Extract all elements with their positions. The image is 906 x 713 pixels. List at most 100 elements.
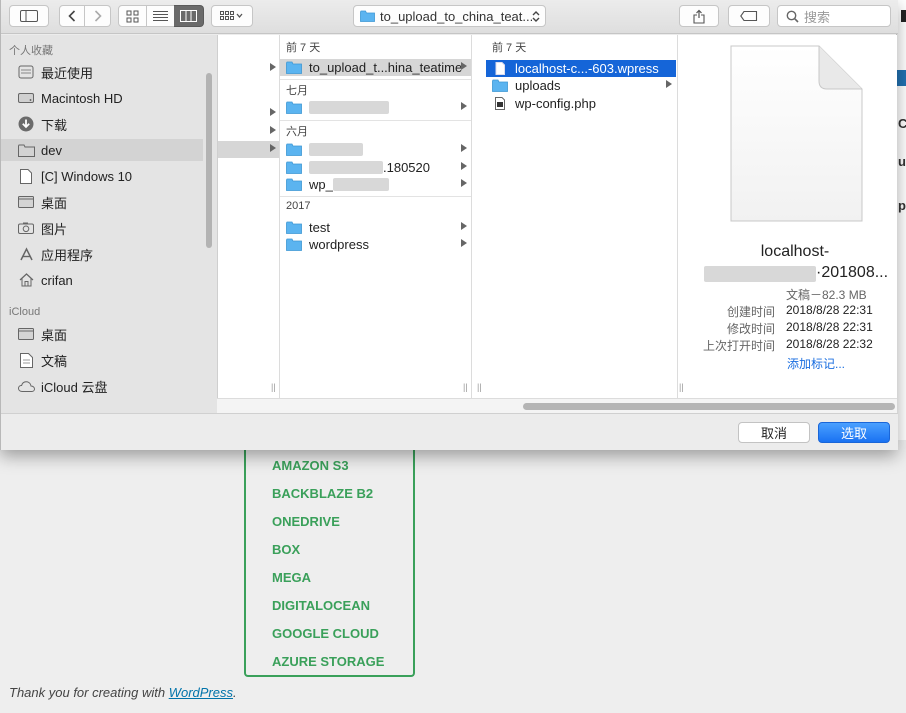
choose-button[interactable]: 选取 bbox=[818, 422, 890, 443]
dialog-toolbar: to_upload_to_china_teat... 搜索 bbox=[1, 0, 898, 34]
sidebar-item-home[interactable]: crifan bbox=[1, 269, 203, 291]
disclosure-arrow-icon bbox=[461, 222, 467, 230]
service-onedrive[interactable]: ONEDRIVE bbox=[246, 510, 413, 538]
up-down-chevron-icon bbox=[532, 10, 540, 22]
share-icon bbox=[693, 9, 705, 24]
preview-pane: localhost- ·201808... 文稿－82.3 MB 创建时间 20… bbox=[692, 35, 898, 398]
folder-row-180520[interactable]: .180520 bbox=[280, 159, 471, 176]
sidebar-item-desktop[interactable]: 桌面 bbox=[1, 191, 203, 213]
folder-row-test[interactable]: test bbox=[280, 219, 471, 236]
dialog-sidebar: 个人收藏 最近使用 Macintosh HD 下载 dev [C] Window… bbox=[1, 35, 217, 413]
sidebar-toggle-button[interactable] bbox=[9, 5, 49, 27]
column1-row[interactable] bbox=[218, 123, 279, 140]
sidebar-item-icloud-drive[interactable]: iCloud 云盘 bbox=[1, 375, 203, 397]
sidebar-item-pictures[interactable]: 图片 bbox=[1, 217, 203, 239]
document-preview-icon bbox=[730, 45, 863, 222]
search-placeholder: 搜索 bbox=[804, 9, 831, 25]
forward-button[interactable] bbox=[85, 5, 111, 27]
folder-icon bbox=[286, 101, 302, 114]
disclosure-arrow-icon bbox=[270, 63, 276, 71]
cancel-button[interactable]: 取消 bbox=[738, 422, 810, 443]
horizontal-scrollbar-thumb[interactable] bbox=[523, 403, 895, 410]
list-view-button[interactable] bbox=[147, 5, 175, 27]
folder-icon bbox=[360, 10, 375, 22]
search-field[interactable]: 搜索 bbox=[777, 5, 891, 27]
group-header: 六月 bbox=[286, 126, 308, 138]
browser-column-1: || bbox=[218, 35, 280, 398]
group-header: 七月 bbox=[286, 85, 308, 97]
back-button[interactable] bbox=[59, 5, 85, 27]
column-browser: || 前 7 天 to_upload_t...hina_teatime 七月 六… bbox=[217, 35, 897, 398]
folder-row-wordpress[interactable]: wordpress bbox=[280, 236, 471, 253]
sidebar-item-windows-10[interactable]: [C] Windows 10 bbox=[1, 165, 203, 187]
document-icon bbox=[17, 352, 35, 368]
preview-created-label: 创建时间 bbox=[727, 305, 776, 319]
folder-icon bbox=[492, 79, 508, 92]
file-row-wp-config[interactable]: wp-config.php bbox=[486, 95, 676, 112]
cloud-icon bbox=[17, 378, 35, 394]
sidebar-item-applications[interactable]: 应用程序 bbox=[1, 243, 203, 265]
sidebar-item-icloud-desktop[interactable]: 桌面 bbox=[1, 323, 203, 345]
add-tags-link[interactable]: 添加标记... bbox=[787, 355, 845, 372]
file-row-wpress-selected[interactable]: localhost-c...-603.wpress bbox=[486, 60, 676, 77]
folder-row-blurred[interactable] bbox=[280, 141, 471, 158]
service-box[interactable]: BOX bbox=[246, 538, 413, 566]
disclosure-arrow-icon bbox=[270, 144, 276, 152]
sidebar-item-dev[interactable]: dev bbox=[1, 139, 203, 161]
preview-kind-size: 文稿－82.3 MB bbox=[786, 288, 867, 302]
horizontal-scrollbar[interactable] bbox=[217, 398, 897, 413]
folder-icon bbox=[286, 143, 302, 156]
grid-icon bbox=[126, 10, 139, 22]
folder-row-wp[interactable]: wp_ bbox=[280, 176, 471, 193]
column-resize-handle[interactable]: || bbox=[271, 382, 276, 392]
document-icon bbox=[17, 168, 35, 184]
list-icon bbox=[153, 11, 168, 21]
disclosure-arrow-icon bbox=[461, 62, 467, 70]
folder-row-blurred[interactable] bbox=[280, 99, 471, 116]
folder-row-uploads[interactable]: uploads bbox=[486, 77, 676, 94]
disclosure-arrow-icon bbox=[461, 179, 467, 187]
column1-row[interactable] bbox=[218, 105, 279, 122]
column-resize-handle[interactable]: || bbox=[477, 382, 482, 392]
chevron-right-icon bbox=[94, 10, 102, 22]
folder-row-to-upload[interactable]: to_upload_t...hina_teatime bbox=[280, 59, 471, 76]
redacted-name bbox=[704, 266, 816, 282]
group-by-button[interactable] bbox=[211, 5, 253, 27]
sidebar-item-icloud-documents[interactable]: 文稿 bbox=[1, 349, 203, 371]
redacted-name bbox=[332, 178, 389, 191]
service-azure-storage[interactable]: AZURE STORAGE bbox=[246, 650, 413, 678]
column1-row[interactable] bbox=[218, 60, 279, 77]
open-file-dialog: to_upload_to_china_teat... 搜索 个人收藏 最近使用 … bbox=[0, 0, 898, 450]
browser-column-2: 前 7 天 to_upload_t...hina_teatime 七月 六月 .… bbox=[280, 35, 472, 398]
column-resize-handle[interactable]: || bbox=[679, 382, 684, 392]
service-amazon-s3[interactable]: AMAZON S3 bbox=[246, 454, 413, 482]
folder-icon bbox=[17, 142, 35, 158]
column-view-button[interactable] bbox=[174, 5, 204, 27]
background-page-edge: C ug p bbox=[897, 0, 906, 440]
sidebar-item-recents[interactable]: 最近使用 bbox=[1, 61, 203, 83]
search-icon bbox=[786, 10, 799, 23]
icon-view-button[interactable] bbox=[118, 5, 147, 27]
column1-row-selected[interactable] bbox=[218, 141, 279, 158]
sidebar-icon bbox=[20, 10, 38, 22]
disclosure-arrow-icon bbox=[461, 239, 467, 247]
service-mega[interactable]: MEGA bbox=[246, 566, 413, 594]
folder-icon bbox=[286, 161, 302, 174]
wordpress-link[interactable]: WordPress bbox=[169, 685, 233, 700]
recents-icon bbox=[17, 64, 35, 80]
service-google-cloud[interactable]: GOOGLE CLOUD bbox=[246, 622, 413, 650]
preview-opened-value: 2018/8/28 22:32 bbox=[786, 337, 873, 351]
column-resize-handle[interactable]: || bbox=[463, 382, 468, 392]
sidebar-scrollbar[interactable] bbox=[206, 73, 212, 248]
folder-icon bbox=[286, 61, 302, 74]
service-digitalocean[interactable]: DIGITALOCEAN bbox=[246, 594, 413, 622]
hard-drive-icon bbox=[17, 90, 35, 106]
share-button[interactable] bbox=[679, 5, 719, 27]
sidebar-item-macintosh-hd[interactable]: Macintosh HD bbox=[1, 87, 203, 109]
sidebar-item-downloads[interactable]: 下载 bbox=[1, 113, 203, 135]
path-popup-button[interactable]: to_upload_to_china_teat... bbox=[353, 5, 546, 27]
edit-tags-button[interactable] bbox=[728, 5, 770, 27]
desktop-icon bbox=[17, 194, 35, 210]
preview-filename-line1: localhost- bbox=[760, 243, 830, 260]
service-backblaze-b2[interactable]: BACKBLAZE B2 bbox=[246, 482, 413, 510]
